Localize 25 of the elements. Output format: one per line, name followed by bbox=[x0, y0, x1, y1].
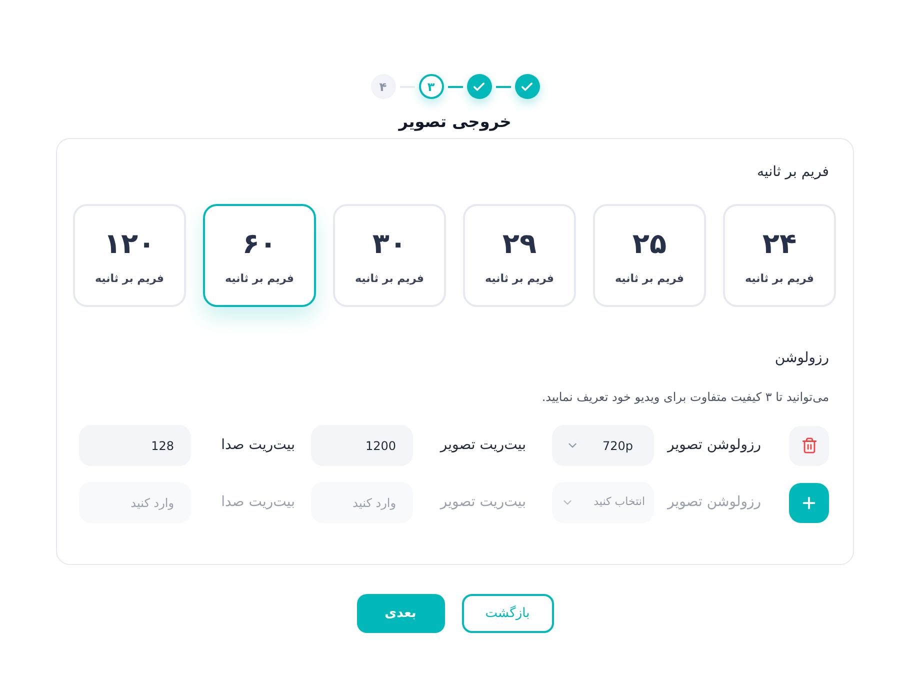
description-text: می‌توانید تا ۳ کیفیت متفاوت برای ویدیو خود تعریف نمایید. bbox=[542, 389, 829, 405]
step-connector bbox=[448, 86, 462, 88]
frame-rate-option[interactable]: ۲۹ فریم بر ثانیه bbox=[463, 204, 576, 307]
field-label: بیت‌ریت تصویر bbox=[440, 493, 526, 512]
select-field[interactable]: 720p bbox=[552, 425, 654, 466]
field-label: بیت‌ریت صدا bbox=[221, 436, 295, 455]
page-title: خروجی تصویر bbox=[398, 112, 512, 132]
section-heading: رزولوشن bbox=[774, 349, 829, 367]
field-label: رزولوشن تصویر bbox=[667, 493, 761, 512]
step-number: ۴ bbox=[370, 74, 396, 99]
input-field[interactable]: 1200 bbox=[311, 425, 413, 466]
trash-icon bbox=[800, 437, 818, 454]
frame-rate-option[interactable]: ۳۰ فریم بر ثانیه bbox=[333, 204, 446, 307]
field-label: بیت‌ریت تصویر bbox=[440, 436, 526, 455]
field-label: بیت‌ریت صدا bbox=[221, 493, 295, 512]
delete-button[interactable] bbox=[789, 426, 829, 466]
frame-rate-option[interactable]: ۶۰ فریم بر ثانیه bbox=[203, 204, 316, 307]
frame-rate-option[interactable]: ۱۲۰ فریم بر ثانیه bbox=[73, 204, 186, 307]
step-connector bbox=[496, 86, 510, 88]
section-heading: فریم بر ثانیه bbox=[757, 163, 829, 181]
frame-rate-option[interactable]: ۲۴ فریم بر ثانیه bbox=[723, 204, 836, 307]
input-field[interactable]: 128 bbox=[79, 425, 191, 466]
step-number: ۳ bbox=[418, 74, 444, 99]
field-label: رزولوشن تصویر bbox=[667, 436, 761, 455]
frame-rate-option[interactable]: ۲۵ فریم بر ثانیه bbox=[593, 204, 706, 307]
